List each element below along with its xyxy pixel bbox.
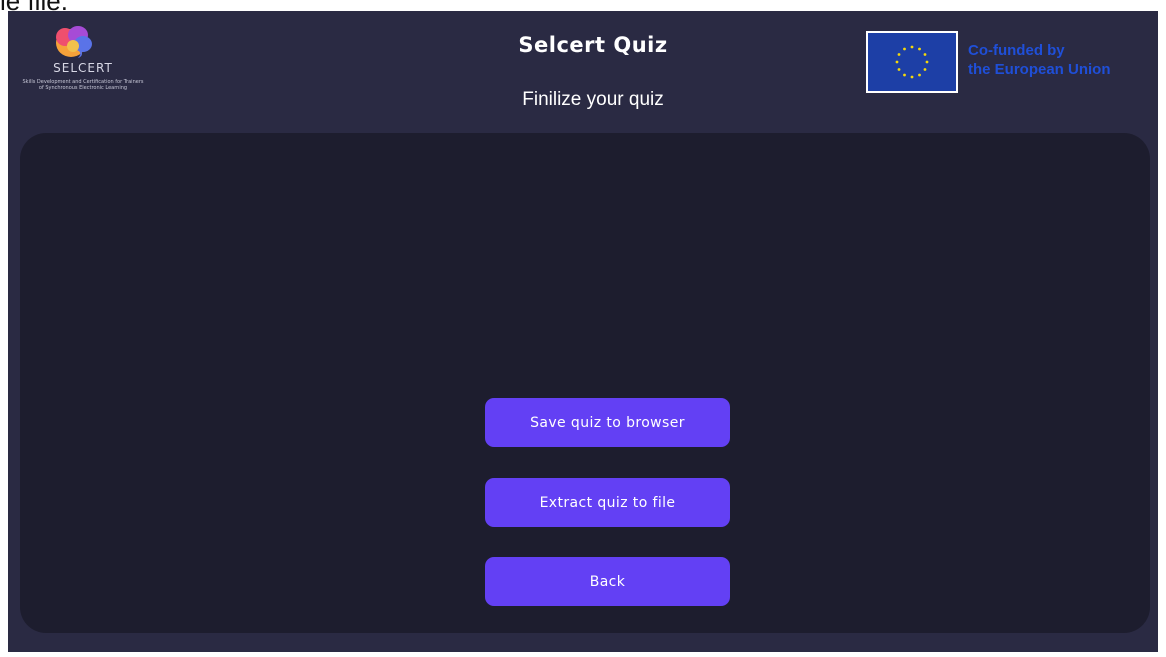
eu-flag-star — [918, 47, 921, 51]
extract-quiz-to-file-button[interactable]: Extract quiz to file — [485, 478, 730, 527]
logo-name: SELCERT — [53, 61, 113, 75]
eu-flag-star — [897, 68, 901, 71]
eu-flag-star — [910, 75, 914, 79]
save-quiz-to-browser-button[interactable]: Save quiz to browser — [485, 398, 730, 447]
back-button[interactable]: Back — [485, 557, 730, 606]
eu-label-line-2: the European Union — [968, 61, 1111, 78]
app-window: SELCERT Skills Development and Certifica… — [8, 11, 1158, 652]
eu-flag-star — [925, 60, 929, 64]
eu-flag-star — [895, 60, 899, 64]
eu-flag-star — [910, 45, 914, 49]
main-panel: Save quiz to browser Extract quiz to fil… — [20, 133, 1150, 633]
eu-flag-icon — [866, 31, 958, 93]
eu-flag-star — [903, 47, 906, 51]
eu-flag-star — [923, 53, 927, 56]
app-header: SELCERT Skills Development and Certifica… — [8, 11, 1158, 131]
eu-label-line-1: Co-funded by — [968, 42, 1065, 59]
eu-flag-star — [897, 53, 901, 56]
eu-flag-star — [918, 73, 921, 77]
eu-funding-label: Co-funded by the European Union — [968, 41, 1111, 79]
eu-flag-star — [923, 68, 927, 71]
eu-funding-badge: Co-funded by the European Union — [866, 31, 1156, 95]
eu-flag-star — [903, 73, 906, 77]
